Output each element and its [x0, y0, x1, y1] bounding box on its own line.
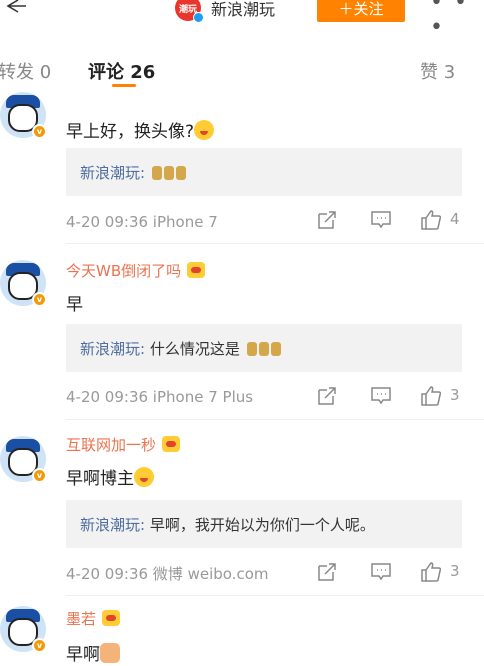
avatar[interactable]: v [0, 436, 47, 483]
vip-badge-icon: v [32, 124, 47, 139]
like-icon[interactable] [420, 385, 442, 407]
like-icon[interactable] [420, 209, 442, 231]
reply-author[interactable]: 新浪潮玩: [80, 516, 145, 534]
comment-actions: 4 [316, 209, 476, 231]
reply-text: 早啊，我开始以为你们一个人呢。 [145, 516, 375, 534]
like-count: 4 [450, 210, 460, 228]
comment-meta: 4-20 09:36 微博 weibo.com [66, 565, 269, 583]
comment-item: v 早上好，换头像? 新浪潮玩: 4-20 09:36 iPhone 7 4 [0, 84, 484, 244]
comment-icon[interactable] [370, 385, 392, 407]
reply-author[interactable]: 新浪潮玩: [80, 340, 145, 358]
doll-emoji-icon [163, 166, 174, 180]
top-bar: 潮玩 新浪潮玩 ＋关注 • • • [0, 0, 484, 40]
member-crown-icon [162, 436, 181, 452]
comment-meta: 4-20 09:36 iPhone 7 [66, 213, 218, 231]
vip-badge-icon: v [32, 292, 47, 307]
back-arrow-icon[interactable] [2, 0, 26, 18]
comment-icon[interactable] [370, 209, 392, 231]
reply-author[interactable]: 新浪潮玩: [80, 164, 145, 182]
reply-text: 什么情况这是 [145, 340, 240, 358]
comment-item: v 今天WB倒闭了吗 早 新浪潮玩: 什么情况这是 4-20 09:36 iPh… [0, 244, 484, 420]
reply-box[interactable]: 新浪潮玩: 早啊，我开始以为你们一个人呢。 [66, 500, 462, 548]
doll-emoji-icon [258, 342, 269, 356]
comment-text: 早上好，换头像? [66, 117, 215, 142]
doll-emoji-icon [270, 342, 281, 356]
comment-username[interactable]: 今天WB倒闭了吗 [66, 260, 206, 281]
avatar[interactable]: v [0, 92, 47, 139]
yum-emoji-icon [194, 120, 215, 140]
username-text[interactable]: 墨若 [66, 610, 96, 628]
comment-username[interactable]: 墨若 [66, 608, 121, 629]
share-icon[interactable] [316, 385, 338, 407]
more-options-icon[interactable]: • • • [430, 0, 484, 40]
vip-badge-icon: v [32, 638, 47, 653]
comment-icon[interactable] [370, 561, 392, 583]
member-crown-icon [187, 262, 206, 278]
comment-text-content: 早上好，换头像? [66, 122, 195, 142]
reply-box[interactable]: 新浪潮玩: 什么情况这是 [66, 324, 462, 372]
doll-emoji-icon [246, 342, 257, 356]
like-count: 3 [450, 562, 460, 580]
avatar[interactable]: v [0, 260, 47, 307]
avatar[interactable]: v [0, 606, 47, 653]
comment-actions: 3 [316, 561, 476, 583]
comment-meta: 4-20 09:36 iPhone 7 Plus [66, 388, 254, 406]
share-icon[interactable] [316, 561, 338, 583]
comment-text: 早啊 [66, 640, 120, 665]
comment-text: 早 [66, 295, 83, 315]
share-icon[interactable] [316, 209, 338, 231]
follow-button[interactable]: ＋关注 [317, 0, 405, 22]
comment-actions: 3 [316, 385, 476, 407]
comment-username[interactable]: 互联网加一秒 [66, 434, 181, 455]
reply-box[interactable]: 新浪潮玩: [66, 148, 462, 196]
comment-item: v 墨若 早啊 [0, 596, 484, 666]
vip-badge-icon: v [32, 468, 47, 483]
comment-text-content: 早啊博主 [66, 469, 134, 489]
tab-reposts[interactable]: 转发 0 [0, 58, 51, 84]
doll-emoji-icon [175, 166, 186, 180]
comment-text: 早啊博主 [66, 464, 154, 489]
username-text[interactable]: 今天WB倒闭了吗 [66, 262, 181, 280]
comment-item: v 互联网加一秒 早啊博主 新浪潮玩: 早啊，我开始以为你们一个人呢。 4-20… [0, 420, 484, 596]
folded-hands-emoji-icon [100, 643, 120, 663]
account-header[interactable]: 潮玩 新浪潮玩 [175, 0, 276, 23]
tab-comments[interactable]: 评论 26 [88, 58, 155, 84]
account-logo: 潮玩 [175, 0, 204, 23]
doll-emoji-icon [151, 166, 162, 180]
page-title: 新浪潮玩 [211, 0, 276, 19]
like-count: 3 [450, 386, 460, 404]
yum-emoji-icon [134, 467, 154, 487]
tab-likes[interactable]: 赞 3 [420, 58, 455, 84]
username-text[interactable]: 互联网加一秒 [66, 436, 156, 454]
comment-text-content: 早啊 [66, 645, 100, 665]
member-crown-icon [102, 610, 121, 626]
verified-badge-icon [193, 12, 204, 23]
like-icon[interactable] [420, 561, 442, 583]
